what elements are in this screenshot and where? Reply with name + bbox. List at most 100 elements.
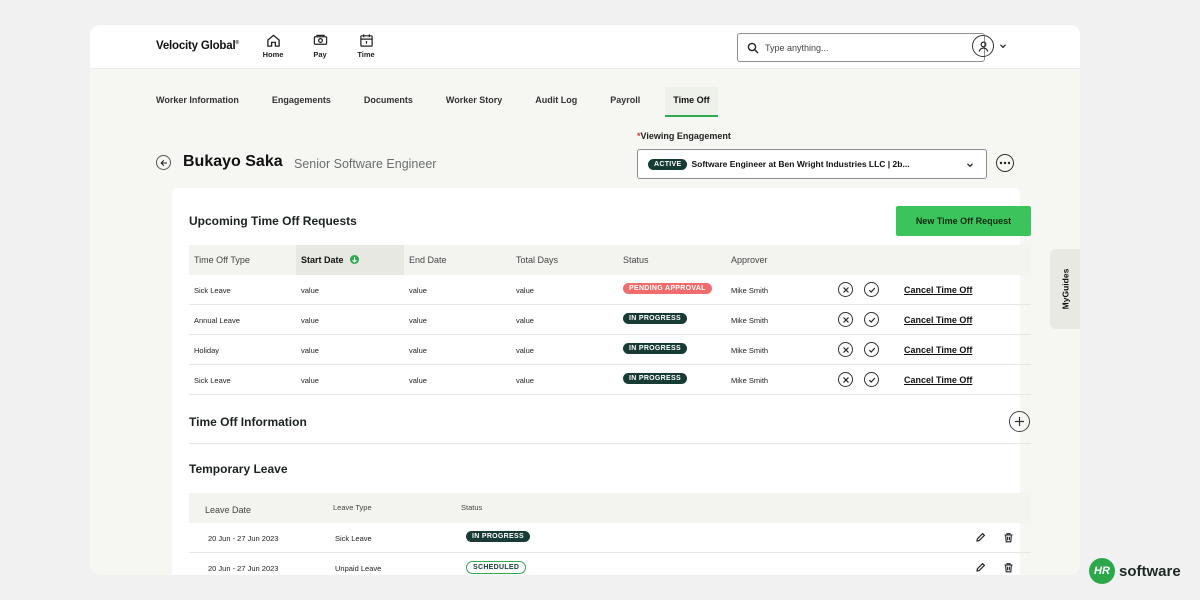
engagement-select[interactable]: ACTIVE Software Engineer at Ben Wright I… — [637, 149, 987, 179]
cancel-time-off-link[interactable]: Cancel Time Off — [904, 285, 972, 295]
reject-button[interactable] — [838, 372, 853, 387]
status-badge: IN PROGRESS — [623, 373, 687, 384]
app-frame: Velocity Global® Home Pay Time Worker In… — [90, 25, 1080, 575]
approve-button[interactable] — [864, 342, 879, 357]
upcoming-table: Time Off Type Start Date End Date Total … — [189, 245, 1031, 395]
approve-button[interactable] — [864, 282, 879, 297]
cancel-time-off-link[interactable]: Cancel Time Off — [904, 315, 972, 325]
watermark-text: software — [1119, 562, 1181, 580]
nav-home[interactable]: Home — [256, 33, 290, 59]
col-status[interactable]: Status — [623, 255, 649, 265]
col-leave-type[interactable]: Leave Type — [333, 503, 372, 512]
col-approver[interactable]: Approver — [731, 255, 768, 265]
cell-end: value — [409, 376, 427, 385]
table-row: Holiday value value value IN PROGRESS Mi… — [189, 335, 1031, 365]
expand-button[interactable] — [1009, 411, 1030, 432]
approve-button[interactable] — [864, 372, 879, 387]
cell-type: Annual Leave — [194, 316, 240, 325]
check-icon — [868, 377, 875, 383]
new-time-off-request-button[interactable]: New Time Off Request — [896, 206, 1031, 236]
cell-leave-type: Sick Leave — [335, 534, 372, 543]
myguides-label: MyGuides — [1060, 268, 1070, 310]
cell-start: value — [301, 316, 319, 325]
tab-documents[interactable]: Documents — [364, 87, 413, 117]
nav-time[interactable]: Time — [349, 33, 383, 59]
trash-icon[interactable] — [1003, 562, 1014, 573]
status-badge: IN PROGRESS — [466, 531, 530, 542]
time-off-card: Upcoming Time Off Requests New Time Off … — [172, 188, 1031, 575]
col-leave-status[interactable]: Status — [461, 503, 482, 512]
cell-end: value — [409, 346, 427, 355]
table-header: Time Off Type Start Date End Date Total … — [189, 245, 1031, 275]
upcoming-title: Upcoming Time Off Requests — [189, 214, 357, 228]
cancel-time-off-link[interactable]: Cancel Time Off — [904, 345, 972, 355]
chevron-down-icon — [967, 163, 973, 168]
worker-name: Bukayo Saka — [183, 153, 283, 170]
tab-worker-story[interactable]: Worker Story — [446, 87, 502, 117]
cancel-time-off-link[interactable]: Cancel Time Off — [904, 375, 972, 385]
check-icon — [868, 317, 875, 323]
search-box — [737, 33, 985, 62]
status-badge: SCHEDULED — [466, 561, 527, 574]
cell-leave-date: 20 Jun - 27 Jun 2023 — [208, 534, 279, 543]
close-icon — [842, 316, 849, 323]
nav-home-label: Home — [262, 50, 284, 59]
table-row: Sick Leave value value value PENDING APP… — [189, 275, 1031, 305]
col-end-date[interactable]: End Date — [409, 255, 447, 265]
back-button[interactable] — [156, 155, 171, 170]
trash-icon[interactable] — [1003, 532, 1014, 543]
myguides-tab[interactable]: MyGuides — [1050, 249, 1080, 329]
status-badge: IN PROGRESS — [623, 313, 687, 324]
cell-days: value — [516, 286, 534, 295]
tab-engagements[interactable]: Engagements — [272, 87, 331, 117]
cell-approver: Mike Smith — [731, 346, 769, 355]
user-menu[interactable] — [972, 35, 1007, 57]
cell-end: value — [409, 316, 427, 325]
cell-start: value — [301, 286, 319, 295]
section-divider — [189, 443, 1031, 444]
col-start-date-label: Start Date — [301, 255, 344, 265]
table-header: Leave Date Leave Type Status — [189, 493, 1031, 523]
status-badge: PENDING APPROVAL — [623, 283, 712, 294]
approve-button[interactable] — [864, 312, 879, 327]
table-row: Annual Leave value value value IN PROGRE… — [189, 305, 1031, 335]
plus-icon — [1015, 417, 1024, 426]
brand-name: Velocity Global — [156, 40, 236, 52]
table-row: 20 Jun - 27 Jun 2023 Sick Leave IN PROGR… — [189, 523, 1031, 553]
col-time-off-type[interactable]: Time Off Type — [194, 255, 250, 265]
reject-button[interactable] — [838, 282, 853, 297]
reject-button[interactable] — [838, 312, 853, 327]
cell-days: value — [516, 316, 534, 325]
cell-type: Holiday — [194, 346, 220, 355]
more-options-button[interactable] — [996, 154, 1014, 172]
col-total-days[interactable]: Total Days — [516, 255, 558, 265]
tab-bar: Worker Information Engagements Documents… — [156, 87, 743, 117]
close-icon — [842, 376, 849, 383]
cell-type: Sick Leave — [194, 376, 231, 385]
edit-icon[interactable] — [975, 562, 986, 573]
cell-approver: Mike Smith — [731, 286, 769, 295]
search-icon — [747, 42, 759, 53]
cell-approver: Mike Smith — [731, 376, 769, 385]
tab-payroll[interactable]: Payroll — [610, 87, 640, 117]
nav-pay[interactable]: Pay — [303, 33, 337, 59]
cell-days: value — [516, 376, 534, 385]
tab-audit-log[interactable]: Audit Log — [535, 87, 577, 117]
temporary-leave-table: Leave Date Leave Type Status 20 Jun - 27… — [189, 493, 1031, 575]
col-start-date[interactable]: Start Date — [301, 255, 359, 265]
cell-leave-date: 20 Jun - 27 Jun 2023 — [208, 564, 279, 573]
check-icon — [868, 347, 875, 353]
engagement-label: *Viewing Engagement — [637, 131, 731, 141]
chevron-down-icon — [1000, 44, 1006, 49]
tab-time-off[interactable]: Time Off — [665, 87, 718, 117]
close-icon — [842, 346, 849, 353]
col-leave-date[interactable]: Leave Date — [205, 505, 251, 515]
search-input[interactable] — [765, 42, 965, 53]
cell-leave-type: Unpaid Leave — [335, 564, 382, 573]
reject-button[interactable] — [838, 342, 853, 357]
cash-icon — [313, 34, 327, 45]
cell-approver: Mike Smith — [731, 316, 769, 325]
brand-logo[interactable]: Velocity Global® — [156, 40, 239, 52]
edit-icon[interactable] — [975, 532, 986, 543]
tab-worker-information[interactable]: Worker Information — [156, 87, 239, 117]
